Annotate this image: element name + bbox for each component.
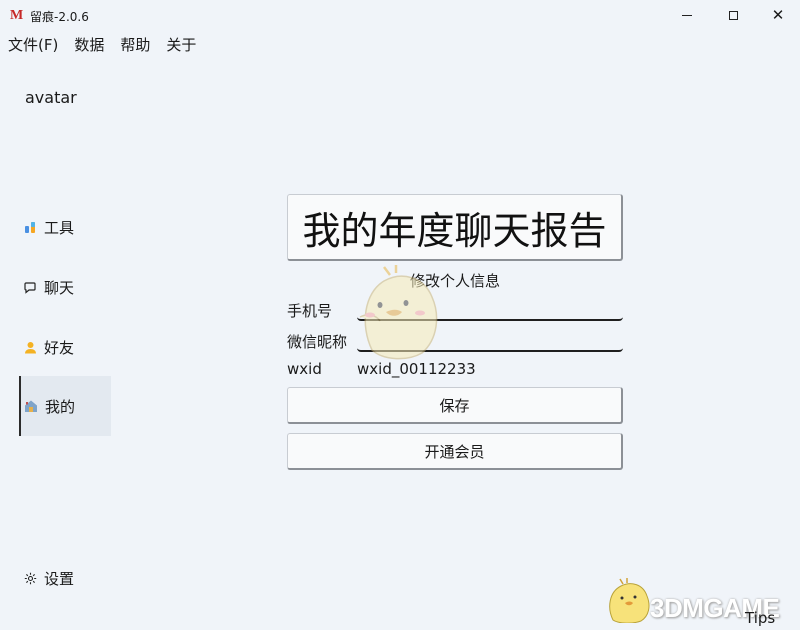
app-window: M 留痕-2.0.6 ✕ 文件(F) 数据 帮助 关于 avatar 工具 聊天…	[0, 0, 800, 630]
app-logo-icon: M	[10, 8, 24, 23]
phone-label: 手机号	[287, 302, 333, 320]
chat-icon	[23, 280, 37, 294]
sidebar-item-settings[interactable]: 设置	[20, 548, 110, 608]
annual-report-button[interactable]: 我的年度聊天报告	[287, 194, 623, 261]
menu-bar: 文件(F) 数据 帮助 关于	[0, 32, 204, 58]
watermark-mascot-icon	[609, 578, 650, 623]
wxid-label: wxid	[287, 360, 322, 378]
avatar[interactable]: avatar	[25, 88, 77, 107]
friends-icon	[23, 340, 37, 354]
sidebar-item-label: 设置	[44, 569, 75, 588]
menu-about[interactable]: 关于	[158, 32, 204, 58]
sidebar-item-tools[interactable]: 工具	[20, 197, 110, 257]
sidebar-item-label: 工具	[44, 218, 75, 237]
minimize-icon	[682, 15, 692, 16]
tools-icon	[23, 220, 37, 234]
maximize-button[interactable]	[710, 0, 756, 31]
save-button[interactable]: 保存	[287, 387, 623, 424]
menu-file[interactable]: 文件(F)	[0, 32, 66, 58]
sidebar-item-label: 好友	[44, 338, 75, 357]
minimize-button[interactable]	[664, 0, 710, 31]
maximize-icon	[728, 11, 738, 20]
close-button[interactable]: ✕	[755, 0, 800, 31]
vip-button[interactable]: 开通会员	[287, 433, 623, 470]
sidebar-item-mine[interactable]: 我的	[19, 376, 111, 436]
sidebar-item-friends[interactable]: 好友	[20, 317, 110, 377]
window-title: 留痕-2.0.6	[30, 10, 89, 24]
close-icon: ✕	[771, 6, 785, 24]
sidebar-item-chat[interactable]: 聊天	[20, 257, 110, 317]
gear-icon	[23, 571, 37, 585]
nickname-label: 微信昵称	[287, 333, 348, 351]
sidebar-item-label: 我的	[45, 397, 76, 416]
title-bar: M 留痕-2.0.6 ✕	[0, 0, 800, 31]
tips-link[interactable]: Tips	[745, 609, 775, 627]
menu-data[interactable]: 数据	[66, 32, 112, 58]
sidebar-item-label: 聊天	[44, 278, 75, 297]
wxid-value: wxid_00112233	[357, 360, 476, 378]
menu-help[interactable]: 帮助	[112, 32, 158, 58]
mascot-icon	[359, 265, 438, 360]
home-icon	[24, 399, 38, 413]
